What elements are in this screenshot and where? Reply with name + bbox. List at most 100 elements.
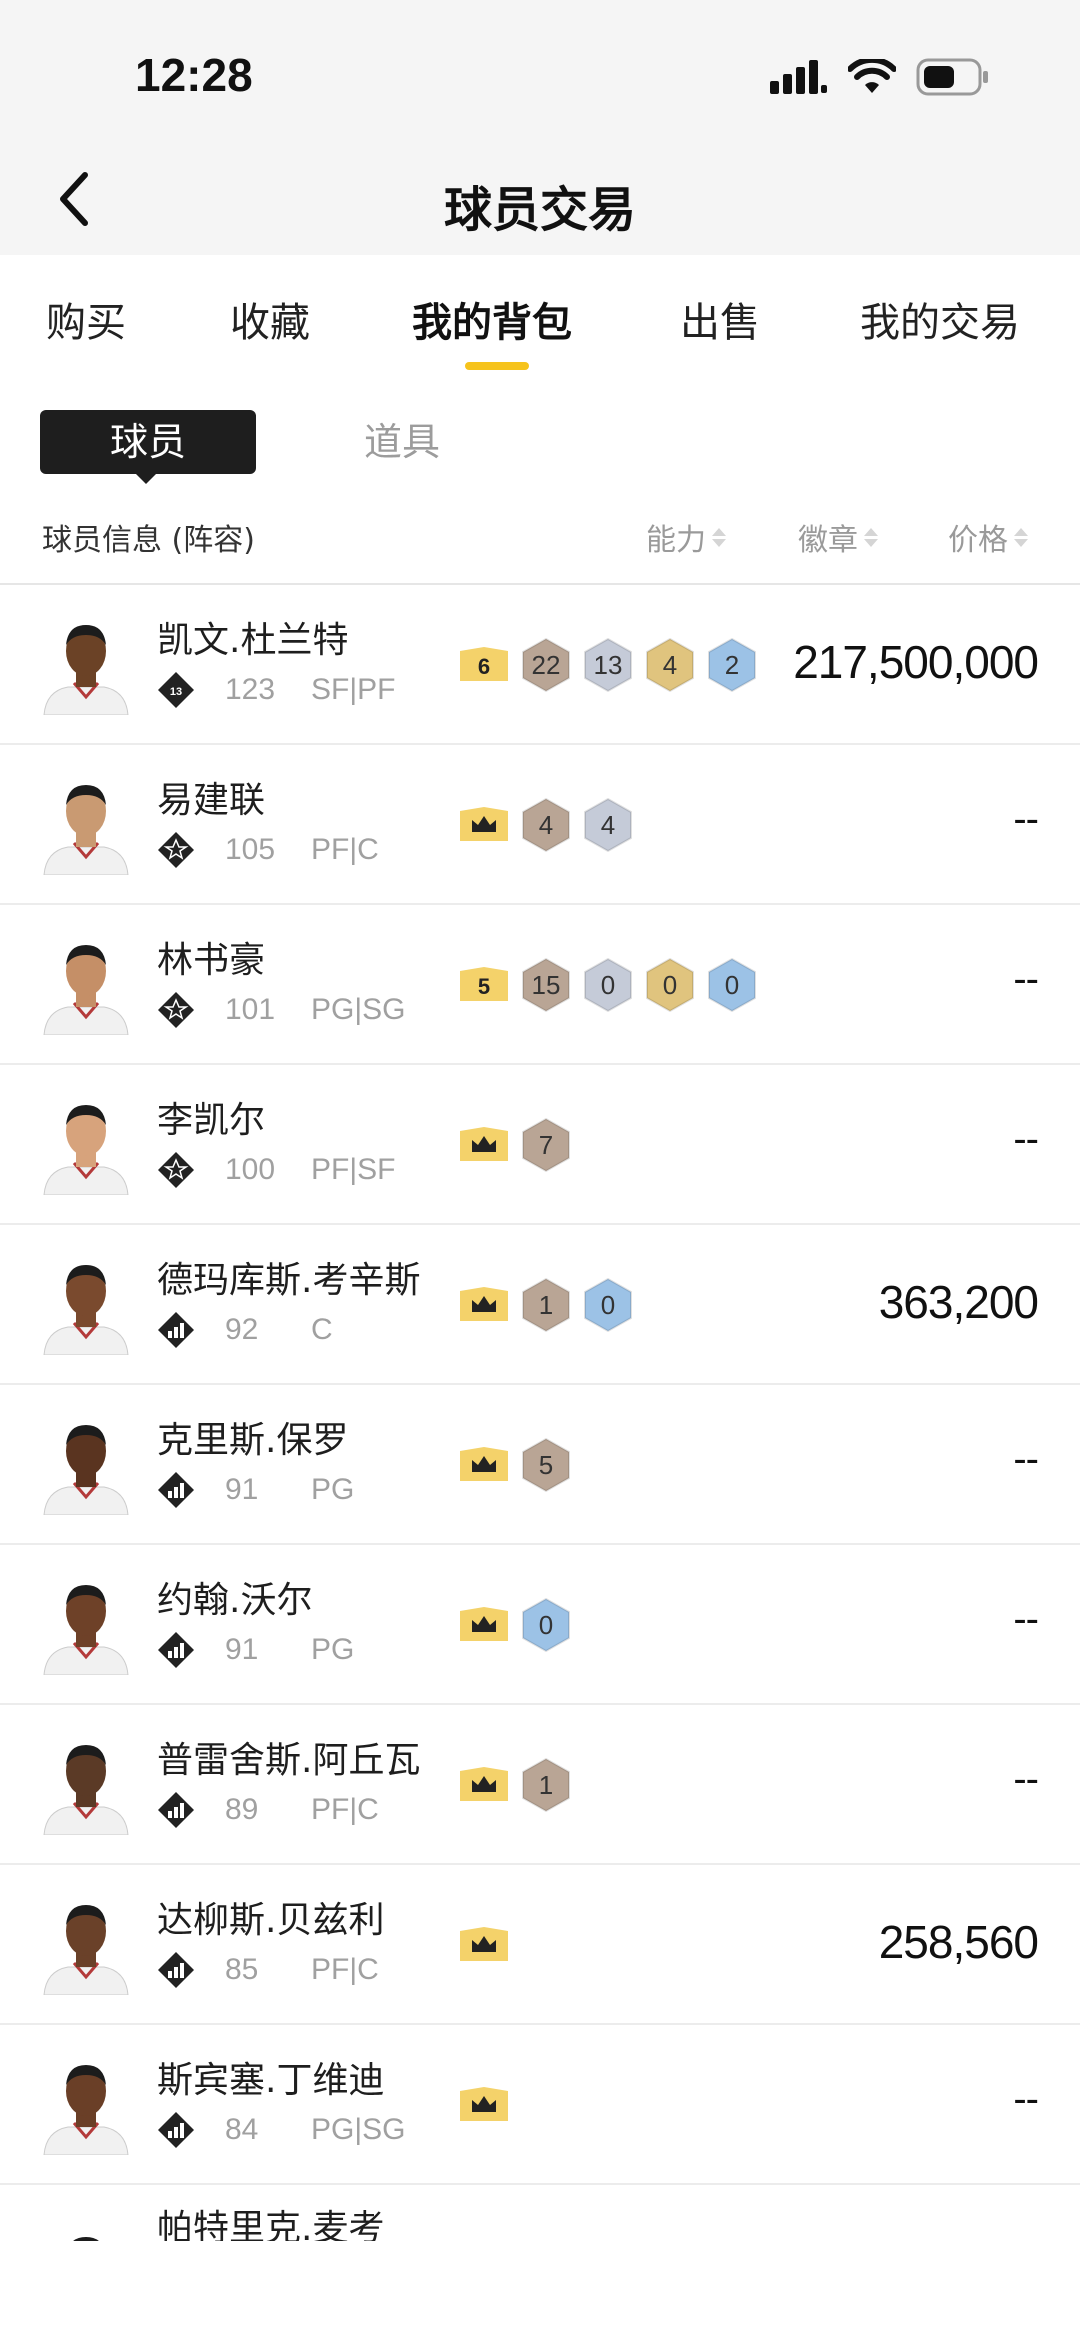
badge-group: 44 bbox=[458, 797, 634, 853]
player-price: 217,500,000 bbox=[793, 636, 1039, 688]
tab-sell[interactable]: 出售 bbox=[680, 290, 760, 348]
tab-my-trades[interactable]: 我的交易 bbox=[860, 290, 1020, 348]
player-price: -- bbox=[1013, 2077, 1039, 2121]
tier-icon bbox=[157, 831, 195, 869]
hof-badge: 0 bbox=[520, 1597, 572, 1653]
tab-buy[interactable]: 购买 bbox=[46, 290, 126, 348]
badge-count: 0 bbox=[538, 1609, 554, 1640]
sort-ability[interactable]: 能力 bbox=[646, 515, 726, 559]
player-avatar bbox=[40, 1893, 132, 1996]
badge-group: 7 bbox=[458, 1117, 572, 1173]
player-row[interactable]: 达柳斯.贝兹利 85 PF|C 258,560 bbox=[0, 1865, 1080, 2025]
player-avatar bbox=[40, 2053, 132, 2156]
player-name: 林书豪 bbox=[157, 940, 266, 981]
player-row[interactable]: 克里斯.保罗 91 PG 5 -- bbox=[0, 1385, 1080, 1545]
column-price-label: 价格 bbox=[948, 523, 1008, 558]
player-avatar bbox=[40, 2225, 132, 2241]
player-name: 普雷舍斯.阿丘瓦 bbox=[157, 1740, 421, 1781]
crown-icon bbox=[458, 1285, 510, 1325]
player-row[interactable]: 李凯尔 100 PF|SF 7 -- bbox=[0, 1065, 1080, 1225]
player-name: 斯宾塞.丁维迪 bbox=[157, 2060, 385, 2101]
gold-badge: 0 bbox=[644, 957, 696, 1013]
sort-icon bbox=[712, 527, 726, 547]
battery-icon bbox=[916, 58, 988, 96]
crown-icon bbox=[458, 2085, 510, 2125]
player-price: -- bbox=[1013, 1597, 1039, 1641]
player-row[interactable]: 林书豪 101 PG|SG 5 15 0 0 0 -- bbox=[0, 905, 1080, 1065]
player-meta: 13 123 SF|PF bbox=[157, 670, 395, 710]
tab-my-backpack[interactable]: 我的背包 bbox=[412, 290, 572, 348]
player-row[interactable]: 斯宾塞.丁维迪 84 PG|SG -- bbox=[0, 2025, 1080, 2185]
tab-favorites[interactable]: 收藏 bbox=[230, 290, 310, 348]
ability-tag: 6 bbox=[458, 645, 510, 685]
player-meta: 84 PG|SG bbox=[157, 2110, 405, 2150]
sort-badge[interactable]: 徽章 bbox=[798, 515, 878, 559]
sort-price[interactable]: 价格 bbox=[948, 515, 1028, 559]
column-header: 球员信息 (阵容) 能力 徽章 价格 bbox=[0, 505, 1080, 585]
ability-tag-value: 5 bbox=[478, 974, 490, 999]
badge-group: 10 bbox=[458, 1277, 634, 1333]
player-overall: 85 bbox=[225, 1953, 259, 1986]
tier-icon bbox=[157, 991, 195, 1029]
page-title: 球员交易 bbox=[443, 182, 636, 238]
player-position: PG|SG bbox=[311, 993, 406, 1026]
hof-badge: 2 bbox=[706, 637, 758, 693]
badge-count: 2 bbox=[724, 649, 740, 680]
player-list: 凯文.杜兰特 13 123 SF|PF 6 22 13 4 2 217,500,000 易建联 105… bbox=[0, 585, 1080, 2241]
badge-count: 4 bbox=[662, 649, 678, 680]
player-avatar bbox=[40, 1573, 132, 1676]
player-overall: 84 bbox=[225, 2113, 259, 2146]
tab-bar: 购买 收藏 我的背包 出售 我的交易 bbox=[0, 270, 1080, 370]
crown-icon bbox=[458, 1605, 510, 1645]
player-row[interactable]: 凯文.杜兰特 13 123 SF|PF 6 22 13 4 2 217,500,000 bbox=[0, 585, 1080, 745]
player-position: PF|C bbox=[311, 1793, 379, 1826]
player-price: 363,200 bbox=[878, 1276, 1039, 1328]
player-row[interactable]: 普雷舍斯.阿丘瓦 89 PF|C 1 -- bbox=[0, 1705, 1080, 1865]
badge-group: 5 bbox=[458, 1437, 572, 1493]
player-name: 德玛库斯.考辛斯 bbox=[157, 1260, 421, 1301]
badge-count: 22 bbox=[531, 649, 561, 680]
player-avatar bbox=[40, 933, 132, 1036]
player-name: 约翰.沃尔 bbox=[157, 1580, 313, 1621]
player-overall: 92 bbox=[225, 1313, 259, 1346]
badge-group: 1 bbox=[458, 1757, 572, 1813]
bronze-badge: 1 bbox=[520, 1277, 572, 1333]
crown-icon bbox=[458, 1925, 510, 1965]
player-overall: 101 bbox=[225, 993, 276, 1026]
tier-icon bbox=[157, 1471, 195, 1509]
player-meta: 105 PF|C bbox=[157, 830, 379, 870]
player-row[interactable]: 德玛库斯.考辛斯 92 C 1 0 363,200 bbox=[0, 1225, 1080, 1385]
player-overall: 91 bbox=[225, 1633, 259, 1666]
player-position: PF|C bbox=[311, 1953, 379, 1986]
active-tab-indicator bbox=[465, 362, 529, 370]
column-ability-label: 能力 bbox=[646, 523, 706, 558]
player-price: -- bbox=[1013, 1117, 1039, 1161]
player-name: 帕特里克.麦考 bbox=[157, 2208, 385, 2241]
hof-badge: 0 bbox=[582, 1277, 634, 1333]
player-position: PF|SF bbox=[311, 1153, 396, 1186]
player-overall: 100 bbox=[225, 1153, 276, 1186]
tier-icon bbox=[157, 1951, 195, 1989]
badge-group: 5 15 0 0 0 bbox=[458, 957, 758, 1013]
tier-icon bbox=[157, 1151, 195, 1189]
player-price: -- bbox=[1013, 797, 1039, 841]
ability-tag: 5 bbox=[458, 965, 510, 1005]
player-meta: 101 PG|SG bbox=[157, 990, 405, 1030]
player-row[interactable]: 约翰.沃尔 91 PG 0 -- bbox=[0, 1545, 1080, 1705]
segment-items[interactable]: 道具 bbox=[364, 410, 440, 474]
player-position: PG|SG bbox=[311, 2113, 406, 2146]
badge-group bbox=[458, 1917, 510, 1973]
player-avatar bbox=[40, 613, 132, 716]
status-time: 12:28 bbox=[135, 49, 253, 101]
player-avatar bbox=[40, 1253, 132, 1356]
bronze-badge: 22 bbox=[520, 637, 572, 693]
badge-count: 4 bbox=[538, 809, 554, 840]
segment-pointer bbox=[134, 472, 158, 484]
player-row[interactable]: 易建联 105 PF|C 4 4 -- bbox=[0, 745, 1080, 905]
player-meta: 92 C bbox=[157, 1310, 333, 1350]
player-meta: 91 PG bbox=[157, 1470, 354, 1510]
badge-group bbox=[458, 2077, 510, 2133]
badge-count: 0 bbox=[600, 1289, 616, 1320]
player-row-partial[interactable]: 帕特里克.麦考 bbox=[0, 2185, 1080, 2241]
segment-players[interactable]: 球员 bbox=[40, 410, 256, 474]
